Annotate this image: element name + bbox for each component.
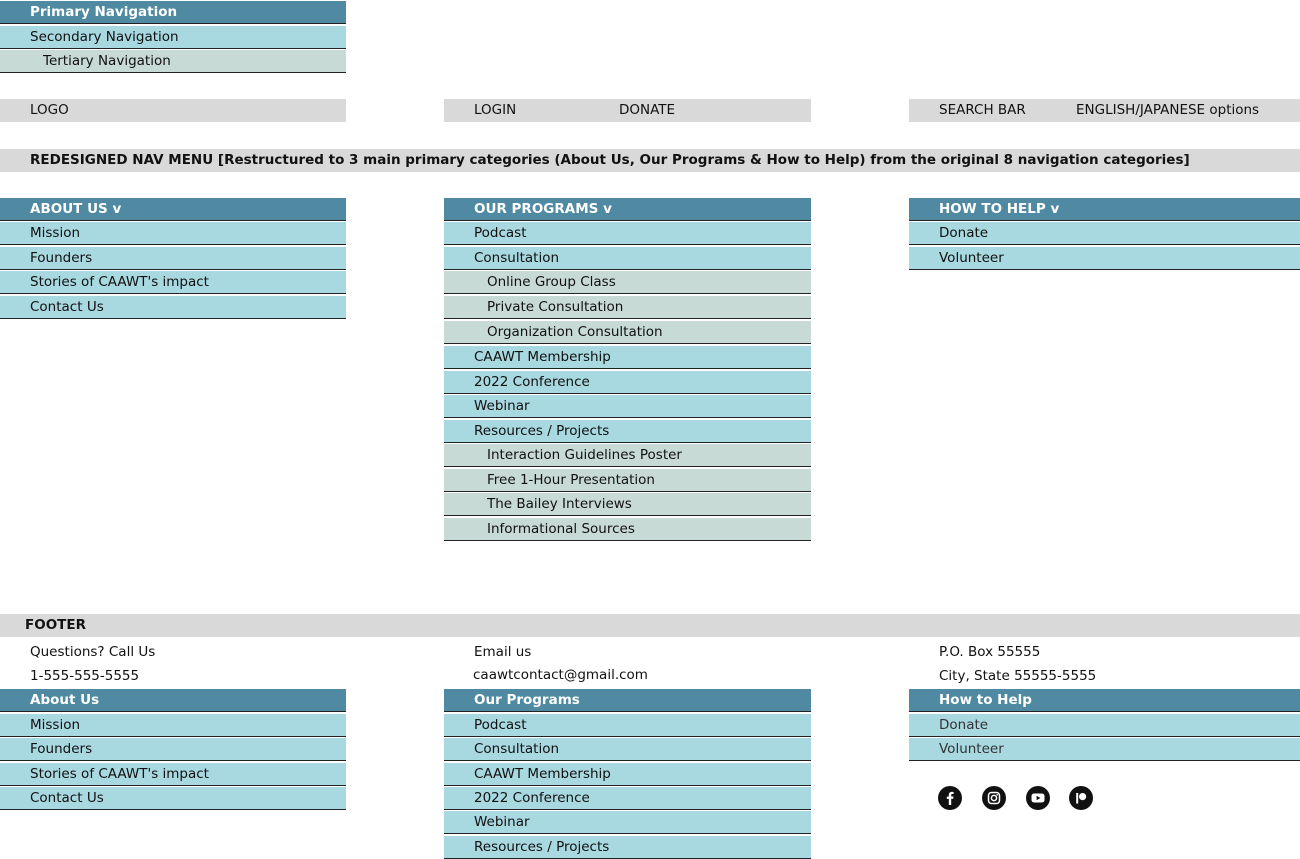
footer-city-state: City, State 55555-5555 bbox=[939, 668, 1097, 684]
nav-about-contact[interactable]: Contact Us bbox=[0, 296, 346, 319]
footer-programs-conference[interactable]: 2022 Conference bbox=[444, 787, 811, 810]
nav-programs-resources[interactable]: Resources / Projects bbox=[444, 420, 811, 443]
footer-how-to-help[interactable]: How to Help bbox=[909, 689, 1300, 712]
nav-programs-webinar[interactable]: Webinar bbox=[444, 395, 811, 418]
footer-about-stories[interactable]: Stories of CAAWT's impact bbox=[0, 763, 346, 786]
nav-help-donate[interactable]: Donate bbox=[909, 222, 1300, 245]
legend-secondary: Secondary Navigation bbox=[0, 26, 346, 49]
nav-about-founders[interactable]: Founders bbox=[0, 247, 346, 270]
footer-programs-membership[interactable]: CAAWT Membership bbox=[444, 763, 811, 786]
nav-programs-bailey-interviews[interactable]: The Bailey Interviews bbox=[444, 493, 811, 516]
instagram-icon[interactable] bbox=[982, 786, 1006, 810]
facebook-icon[interactable] bbox=[938, 786, 962, 810]
nav-programs-organization-consultation[interactable]: Organization Consultation bbox=[444, 321, 811, 344]
footer-help-volunteer[interactable]: Volunteer bbox=[909, 738, 1300, 761]
patreon-icon[interactable] bbox=[1069, 786, 1093, 810]
legend-primary: Primary Navigation bbox=[0, 1, 346, 24]
footer-phone[interactable]: 1-555-555-5555 bbox=[0, 665, 139, 687]
footer-email[interactable]: caawtcontact@gmail.com bbox=[443, 664, 648, 686]
redesign-title: REDESIGNED NAV MENU [Restructured to 3 m… bbox=[0, 149, 1300, 172]
nav-programs-podcast[interactable]: Podcast bbox=[444, 222, 811, 245]
donate-link[interactable]: DONATE bbox=[619, 99, 675, 122]
login-link[interactable]: LOGIN bbox=[474, 102, 516, 118]
nav-programs-membership[interactable]: CAAWT Membership bbox=[444, 346, 811, 369]
footer-about-mission[interactable]: Mission bbox=[0, 714, 346, 737]
footer-our-programs[interactable]: Our Programs bbox=[444, 689, 811, 712]
nav-about-stories[interactable]: Stories of CAAWT's impact bbox=[0, 271, 346, 294]
footer-call-label: Questions? Call Us bbox=[30, 644, 156, 660]
youtube-icon[interactable] bbox=[1026, 786, 1050, 810]
nav-programs-conference[interactable]: 2022 Conference bbox=[444, 371, 811, 394]
nav-our-programs[interactable]: OUR PROGRAMS v bbox=[444, 198, 811, 221]
header-auth-bar: LOGIN DONATE bbox=[444, 99, 811, 122]
nav-help-volunteer[interactable]: Volunteer bbox=[909, 247, 1300, 270]
search-bar[interactable]: SEARCH BAR bbox=[939, 102, 1026, 118]
footer-po-box: P.O. Box 55555 bbox=[939, 644, 1041, 660]
nav-about-us[interactable]: ABOUT US v bbox=[0, 198, 346, 221]
footer-programs-webinar[interactable]: Webinar bbox=[444, 811, 811, 834]
nav-about-mission[interactable]: Mission bbox=[0, 222, 346, 245]
nav-programs-guidelines-poster[interactable]: Interaction Guidelines Poster bbox=[444, 444, 811, 467]
nav-programs-online-group-class[interactable]: Online Group Class bbox=[444, 271, 811, 294]
nav-programs-consultation[interactable]: Consultation bbox=[444, 247, 811, 270]
footer-programs-podcast[interactable]: Podcast bbox=[444, 714, 811, 737]
footer-programs-resources[interactable]: Resources / Projects bbox=[444, 836, 811, 859]
header-search-bar: SEARCH BAR ENGLISH/JAPANESE options bbox=[909, 99, 1300, 122]
legend-tertiary: Tertiary Navigation bbox=[0, 50, 346, 73]
language-selector[interactable]: ENGLISH/JAPANESE options bbox=[1076, 99, 1259, 122]
footer-programs-consultation[interactable]: Consultation bbox=[444, 738, 811, 761]
nav-how-to-help[interactable]: HOW TO HELP v bbox=[909, 198, 1300, 221]
logo-placeholder[interactable]: LOGO bbox=[0, 99, 346, 122]
nav-programs-private-consultation[interactable]: Private Consultation bbox=[444, 296, 811, 319]
footer-title: FOOTER bbox=[0, 614, 1300, 637]
footer-about-us[interactable]: About Us bbox=[0, 689, 346, 712]
footer-about-founders[interactable]: Founders bbox=[0, 738, 346, 761]
footer-help-donate[interactable]: Donate bbox=[909, 714, 1300, 737]
nav-programs-informational-sources[interactable]: Informational Sources bbox=[444, 518, 811, 541]
footer-email-label: Email us bbox=[474, 644, 532, 660]
nav-programs-presentation[interactable]: Free 1-Hour Presentation bbox=[444, 469, 811, 492]
footer-about-contact[interactable]: Contact Us bbox=[0, 787, 346, 810]
